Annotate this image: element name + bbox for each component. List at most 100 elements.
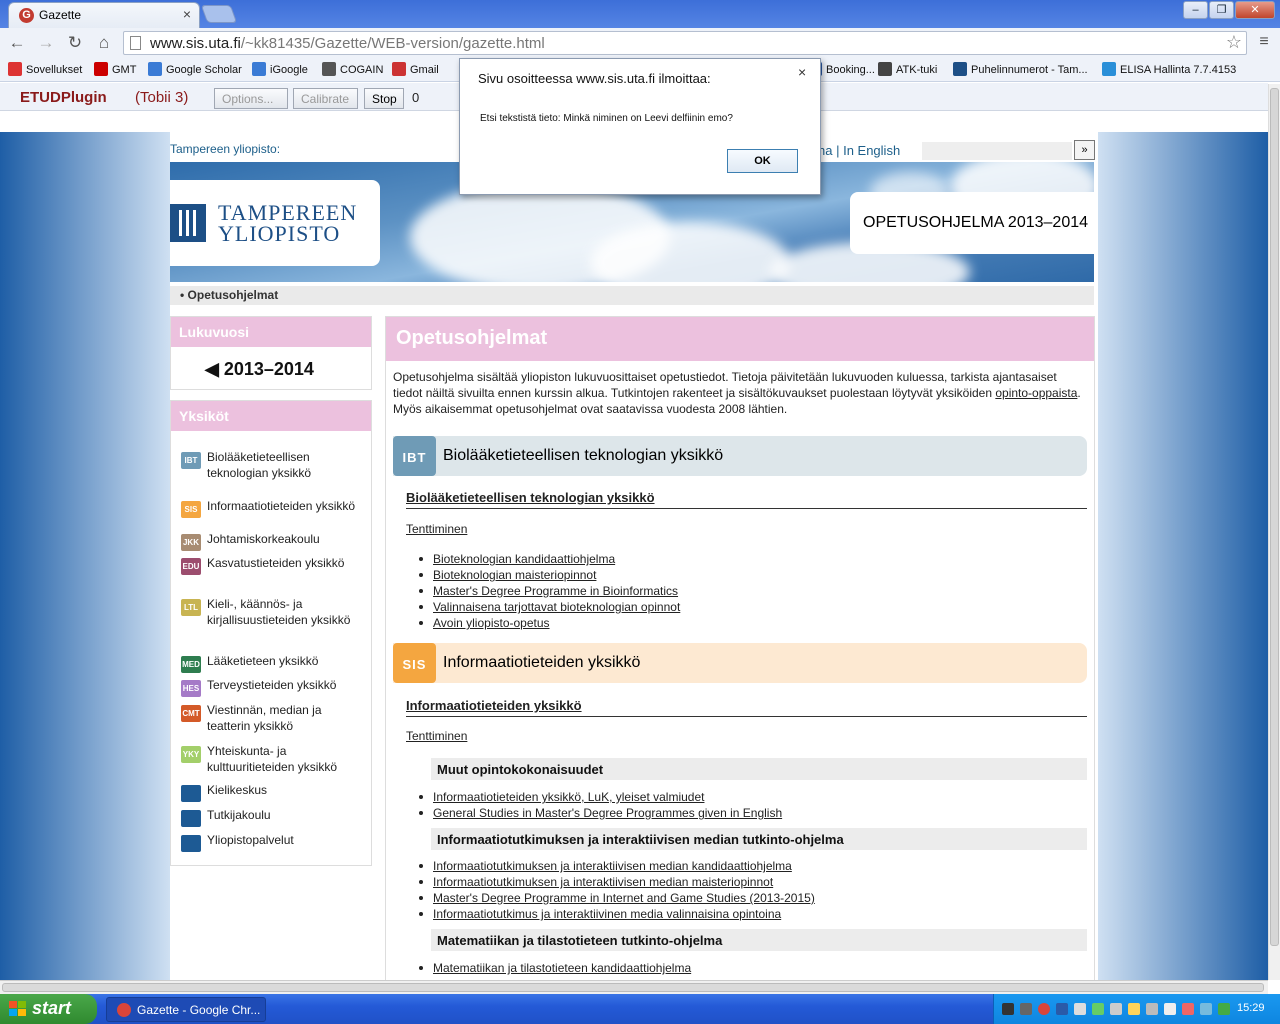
breadcrumb[interactable]: • Opetusohjelmat xyxy=(170,286,1094,305)
unit-badge-icon: EDU xyxy=(181,558,201,575)
tray-icon[interactable] xyxy=(1146,1003,1158,1015)
page-icon xyxy=(130,36,141,50)
new-tab-button[interactable] xyxy=(200,5,238,23)
unit-badge-icon: MED xyxy=(181,656,201,673)
chrome-menu-icon[interactable]: ≡ xyxy=(1254,33,1274,53)
gmt-icon xyxy=(94,62,108,76)
ibt-unit-heading: Biolääketieteellisen teknologian yksikkö xyxy=(406,490,1087,509)
intro-part-1: Opetusohjelma sisältää yliopiston lukuvu… xyxy=(393,370,1057,400)
tray-volume-icon[interactable] xyxy=(1200,1003,1212,1015)
maximize-button[interactable]: ❐ xyxy=(1209,1,1234,19)
gmail-icon xyxy=(392,62,406,76)
ibt-unit-link[interactable]: Biolääketieteellisen teknologian yksikkö xyxy=(406,490,655,505)
home-icon[interactable]: ⌂ xyxy=(93,33,115,53)
back-icon[interactable]: ← xyxy=(6,33,28,53)
program-link[interactable]: Bioteknologian maisteriopinnot xyxy=(418,567,680,583)
in-english-link[interactable]: In English xyxy=(843,143,900,158)
tray-icon[interactable] xyxy=(1218,1003,1230,1015)
tray-icon[interactable] xyxy=(1164,1003,1176,1015)
program-link[interactable]: Valinnaisena tarjottavat bioteknologian … xyxy=(418,599,680,615)
elisa-icon xyxy=(1102,62,1116,76)
ibt-exams-link[interactable]: Tenttiminen xyxy=(406,522,467,536)
sis-group-2-list: Informaatiotutkimuksen ja interaktiivise… xyxy=(419,858,815,922)
program-link[interactable]: Informaatiotutkimuksen ja interaktiivise… xyxy=(419,858,815,874)
program-link[interactable]: Bioteknologian kandidaattiohjelma xyxy=(418,551,680,567)
section-sis-header: SIS Informaatiotieteiden yksikkö xyxy=(393,643,1087,683)
study-guides-link[interactable]: opinto-oppaista xyxy=(995,386,1077,400)
vertical-scrollbar[interactable] xyxy=(1268,84,1280,980)
unit-badge-icon: LTL xyxy=(181,599,201,616)
site-search-button[interactable]: » xyxy=(1074,140,1095,160)
bookmark-item[interactable]: ELISA Hallinta 7.7.4153 xyxy=(1102,62,1236,76)
options-button[interactable]: Options... xyxy=(214,88,288,109)
site-search-input[interactable] xyxy=(922,142,1072,160)
sis-exams-link[interactable]: Tenttiminen xyxy=(406,729,467,743)
bookmark-item[interactable]: iGoogle xyxy=(252,62,308,76)
tab-close-icon[interactable]: × xyxy=(183,6,191,22)
unit-badge-icon xyxy=(181,810,201,827)
bookmark-item[interactable]: Puhelinnumerot - Tam... xyxy=(953,62,1088,76)
ibt-program-list: Bioteknologian kandidaattiohjelma Biotekn… xyxy=(418,551,680,631)
taskbar-chrome-item[interactable]: Gazette - Google Chr... xyxy=(106,997,266,1022)
bookmark-star-icon[interactable]: ☆ xyxy=(1226,32,1242,53)
tray-icon[interactable] xyxy=(1020,1003,1032,1015)
start-button[interactable]: start xyxy=(0,994,97,1024)
bookmark-item[interactable]: ATK-tuki xyxy=(878,62,937,76)
unit-badge-icon: IBT xyxy=(181,452,201,469)
program-link[interactable]: Avoin yliopisto-opetus xyxy=(418,615,680,631)
program-link[interactable]: Informaatiotieteiden yksikkö, LuK, yleis… xyxy=(418,789,782,805)
unit-label: Lääketieteen yksikkö xyxy=(207,654,319,668)
horizontal-scrollbar[interactable] xyxy=(0,980,1268,994)
unit-label: Yhteiskunta- ja kulttuuritieteiden yksik… xyxy=(207,744,338,774)
window-close-button[interactable]: ✕ xyxy=(1235,1,1275,19)
dialog-ok-button[interactable]: OK xyxy=(727,149,798,173)
bookmark-item[interactable]: Sovellukset xyxy=(8,62,82,76)
bookmark-item[interactable]: GMT xyxy=(94,62,136,76)
sis-unit-link[interactable]: Informaatiotieteiden yksikkö xyxy=(406,698,582,713)
sis-group-1-heading: Muut opintokokonaisuudet xyxy=(431,758,1087,780)
tray-bluetooth-icon[interactable] xyxy=(1056,1003,1068,1015)
reload-icon[interactable]: ↻ xyxy=(64,33,86,53)
year-box: Lukuvuosi ◀ 2013–2014 xyxy=(170,316,372,390)
unit-label: Viestinnän, median ja teatterin yksikkö xyxy=(207,703,322,733)
program-link[interactable]: Master's Degree Programme in Internet an… xyxy=(419,890,815,906)
sis-section-title: Informaatiotieteiden yksikkö xyxy=(443,654,641,671)
dialog-message: Etsi tekstistä tieto: Minkä niminen on L… xyxy=(480,113,733,124)
cogain-icon xyxy=(322,62,336,76)
bookmark-item[interactable]: Gmail xyxy=(392,62,439,76)
program-link[interactable]: Informaatiotutkimuksen ja interaktiivise… xyxy=(419,874,815,890)
program-link[interactable]: Informaatiotutkimus ja interaktiivinen m… xyxy=(419,906,815,922)
bookmark-item[interactable]: Google Scholar xyxy=(148,62,242,76)
atk-icon xyxy=(878,62,892,76)
address-bar[interactable]: www.sis.uta.fi/~kk81435/Gazette/WEB-vers… xyxy=(123,31,1247,55)
program-link[interactable]: General Studies in Master's Degree Progr… xyxy=(418,805,782,821)
year-selector[interactable]: ◀ 2013–2014 xyxy=(205,359,314,380)
ibt-section-title: Biolääketieteellisen teknologian yksikkö xyxy=(443,447,724,464)
intro-text: Opetusohjelma sisältää yliopiston lukuvu… xyxy=(393,369,1088,417)
program-link[interactable]: Matematiikan ja tilastotieteen kandidaat… xyxy=(418,960,691,976)
dialog-close-icon[interactable]: × xyxy=(798,64,806,80)
tray-warning-icon[interactable] xyxy=(1128,1003,1140,1015)
forward-icon[interactable]: → xyxy=(35,33,57,53)
tray-icon[interactable] xyxy=(1182,1003,1194,1015)
minimize-button[interactable]: – xyxy=(1183,1,1208,19)
unit-badge-icon xyxy=(181,835,201,852)
stop-button[interactable]: Stop xyxy=(364,88,404,109)
bookmark-label: Sovellukset xyxy=(26,64,83,76)
browser-tab[interactable]: G Gazette × xyxy=(8,2,200,28)
bookmark-item[interactable]: COGAIN xyxy=(322,62,383,76)
apps-grid-icon xyxy=(8,62,22,76)
tray-network-icon[interactable] xyxy=(1092,1003,1104,1015)
program-link[interactable]: Master's Degree Programme in Bioinformat… xyxy=(418,583,680,599)
calibrate-button[interactable]: Calibrate xyxy=(293,88,358,109)
tray-chrome-icon[interactable] xyxy=(1038,1003,1050,1015)
unit-badge-icon: YKY xyxy=(181,746,201,763)
unit-badge-icon: CMT xyxy=(181,705,201,722)
university-logo-icon[interactable] xyxy=(170,204,206,242)
dialog-title: Sivu osoitteessa www.sis.uta.fi ilmoitta… xyxy=(478,71,711,86)
tray-icon[interactable] xyxy=(1110,1003,1122,1015)
tray-icon[interactable] xyxy=(1002,1003,1014,1015)
university-logo-text[interactable]: TAMPEREEN YLIOPISTO xyxy=(218,202,357,245)
bookmark-label: Booking... xyxy=(826,64,875,76)
tray-icon[interactable] xyxy=(1074,1003,1086,1015)
